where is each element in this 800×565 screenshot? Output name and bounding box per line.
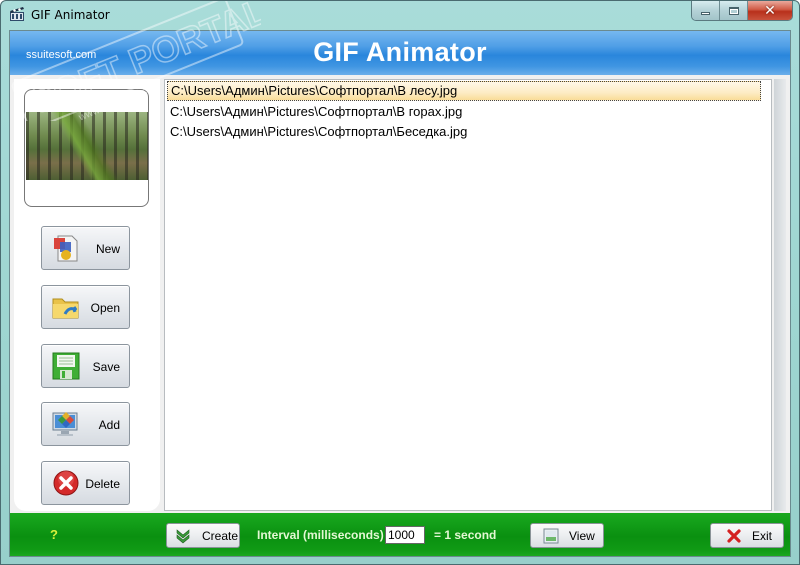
minimize-icon (701, 11, 710, 15)
new-button-label: New (95, 242, 120, 256)
file-path: C:\Users\Админ\Pictures\Софтпортал\В гор… (170, 104, 463, 119)
save-button-label: Save (92, 360, 120, 374)
title-bar[interactable]: GIF Animator ✕ (1, 1, 799, 29)
exit-x-icon (727, 529, 741, 543)
close-button[interactable]: ✕ (748, 1, 792, 20)
client-area: ssuitesoft.com GIF Animator New Open Sav… (9, 30, 791, 557)
open-button-label: Open (90, 301, 120, 315)
create-button[interactable]: Create (166, 523, 240, 548)
exit-button-label: Exit (752, 529, 773, 543)
preview-frame (24, 89, 149, 207)
file-path: C:\Users\Админ\Pictures\Софтпортал\В лес… (171, 83, 458, 98)
add-button-label: Add (98, 418, 120, 432)
add-monitor-icon (52, 412, 78, 436)
file-list-item[interactable]: C:\Users\Админ\Pictures\Софтпортал\В гор… (167, 102, 761, 122)
app-window: GIF Animator ✕ ssuitesoft.com GIF Animat… (0, 0, 800, 565)
interval-label: Interval (milliseconds) (257, 528, 384, 542)
file-list-item[interactable]: C:\Users\Админ\Pictures\Софтпортал\В лес… (167, 81, 761, 101)
file-path: C:\Users\Админ\Pictures\Софтпортал\Бесед… (170, 124, 468, 139)
film-clapper-icon (10, 7, 24, 21)
add-button[interactable]: Add (41, 402, 130, 446)
double-arrow-down-icon (176, 529, 190, 544)
sidebar: New Open Save Add Delete (14, 79, 160, 511)
minimize-button[interactable] (692, 1, 720, 20)
window-title: GIF Animator (31, 8, 110, 22)
new-document-icon (54, 235, 78, 262)
view-button[interactable]: View (530, 523, 604, 548)
create-button-label: Create (202, 529, 239, 543)
interval-input[interactable] (385, 526, 425, 544)
floppy-disk-icon (52, 352, 80, 380)
list-right-edge (774, 79, 786, 511)
preview-image (26, 112, 148, 180)
open-button[interactable]: Open (41, 285, 130, 329)
delete-button[interactable]: Delete (41, 461, 130, 505)
interval-seconds-label: = 1 second (434, 528, 497, 542)
delete-button-label: Delete (85, 477, 120, 491)
delete-x-icon (53, 470, 79, 496)
new-button[interactable]: New (41, 226, 130, 270)
exit-button[interactable]: Exit (710, 523, 784, 548)
app-heading: GIF Animator (313, 37, 487, 67)
caption-buttons: ✕ (691, 1, 793, 21)
footer-bar: ? Create Interval (milliseconds) = 1 sec… (10, 513, 790, 556)
open-folder-icon (52, 298, 79, 319)
header-banner: ssuitesoft.com GIF Animator (10, 31, 790, 75)
file-list[interactable]: C:\Users\Админ\Pictures\Софтпортал\В лес… (164, 79, 772, 511)
maximize-icon (728, 6, 739, 15)
maximize-button[interactable] (720, 1, 748, 20)
help-link[interactable]: ? (50, 527, 58, 542)
image-view-icon (543, 528, 559, 544)
save-button[interactable]: Save (41, 344, 130, 388)
view-button-label: View (569, 529, 595, 543)
close-icon: ✕ (764, 2, 776, 19)
file-list-item[interactable]: C:\Users\Админ\Pictures\Софтпортал\Бесед… (167, 122, 761, 142)
